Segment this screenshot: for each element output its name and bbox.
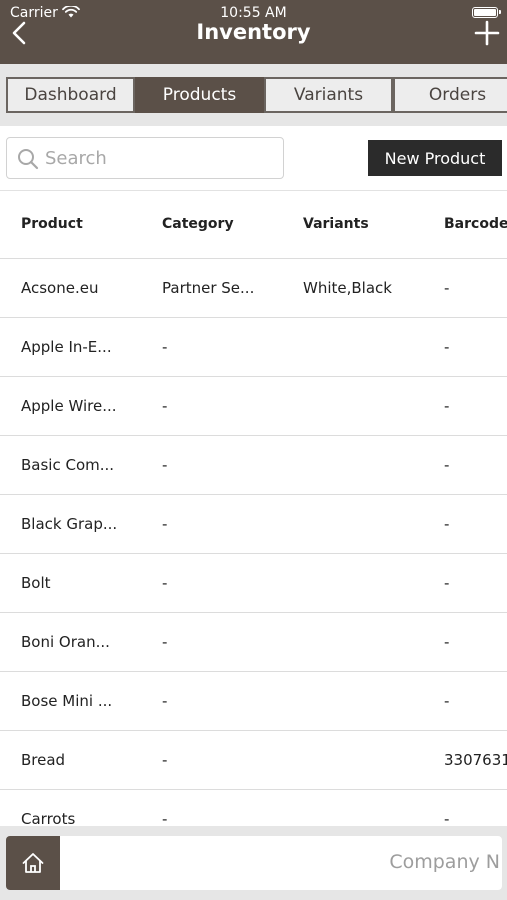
home-icon	[22, 853, 44, 873]
table-row[interactable]: Apple Wire... - -	[0, 377, 507, 436]
page-title: Inventory	[196, 20, 311, 44]
table-cell	[303, 377, 431, 435]
table-cell: Carrots	[21, 810, 76, 826]
table-header: Product Category Variants Barcode	[0, 191, 507, 259]
table-cell	[303, 731, 431, 789]
table-cell: Bolt	[21, 574, 51, 592]
tab-products[interactable]: Products	[135, 77, 264, 113]
table-cell: Bread	[21, 751, 66, 769]
tab-label: Orders	[428, 85, 487, 105]
column-header: Product	[21, 216, 83, 232]
table-cell	[303, 672, 431, 730]
table-cell: -	[162, 692, 168, 710]
search-box	[6, 137, 284, 179]
company-field[interactable]: Company N	[60, 836, 502, 890]
company-name: Company N	[389, 851, 500, 873]
tab-label: Products	[162, 85, 237, 105]
table-cell	[303, 318, 431, 376]
table-row[interactable]: Bose Mini ... - -	[0, 672, 507, 731]
table-cell: -	[444, 633, 450, 651]
tab-dashboard[interactable]: Dashboard	[6, 77, 135, 113]
table-cell: Basic Com...	[21, 456, 115, 474]
tab-variants[interactable]: Variants	[264, 77, 393, 113]
table-cell	[303, 495, 431, 553]
new-product-button[interactable]: New Product	[368, 140, 502, 176]
footer-bar: Company N	[0, 826, 507, 900]
table-cell: -	[162, 574, 168, 592]
table-cell: Boni Oran...	[21, 633, 110, 651]
table-cell: -	[162, 338, 168, 356]
product-table: Product Category Variants Barcode Acsone…	[0, 190, 507, 826]
column-header: Category	[162, 216, 234, 232]
table-row[interactable]: Basic Com... - -	[0, 436, 507, 495]
table-cell: Apple In-E...	[21, 338, 112, 356]
search-icon	[18, 149, 39, 170]
table-cell: Black Grap...	[21, 515, 118, 533]
table-cell	[303, 436, 431, 494]
tab-orders[interactable]: Orders	[393, 77, 507, 113]
status-time: 10:55 AM	[220, 5, 287, 21]
table-cell: -	[444, 574, 450, 592]
table-row[interactable]: Acsone.eu Partner Se... White,Black -	[0, 259, 507, 318]
tab-bar: Dashboard Products Variants Orders	[0, 64, 507, 126]
table-cell: -	[444, 456, 450, 474]
table-cell	[303, 790, 431, 826]
table-row[interactable]: Black Grap... - -	[0, 495, 507, 554]
column-header: Variants	[303, 216, 369, 232]
table-cell: -	[444, 338, 450, 356]
table-cell: Bose Mini ...	[21, 692, 113, 710]
table-cell: -	[444, 515, 450, 533]
table-cell: -	[162, 397, 168, 415]
tab-label: Variants	[293, 85, 364, 105]
add-icon[interactable]	[474, 20, 500, 46]
table-cell: -	[162, 456, 168, 474]
table-cell	[303, 554, 431, 612]
table-cell: -	[162, 633, 168, 651]
table-cell: -	[444, 810, 450, 826]
battery-icon	[472, 7, 501, 18]
nav-bar: Carrier 10:55 AM Inventory	[0, 0, 507, 64]
table-cell: Acsone.eu	[21, 279, 99, 297]
column-header: Barcode	[444, 216, 507, 232]
table-cell: Partner Se...	[162, 279, 255, 297]
table-row[interactable]: Bread - 33076317	[0, 731, 507, 790]
home-button[interactable]	[6, 836, 60, 890]
table-row[interactable]: Carrots - -	[0, 790, 507, 826]
table-row[interactable]: Bolt - -	[0, 554, 507, 613]
table-cell	[303, 613, 431, 671]
search-input[interactable]	[45, 144, 275, 172]
table-cell: 33076317	[444, 751, 507, 769]
tab-label: Dashboard	[24, 85, 117, 105]
table-cell: -	[444, 397, 450, 415]
table-cell: Apple Wire...	[21, 397, 117, 415]
table-cell: -	[444, 692, 450, 710]
table-cell: -	[444, 279, 450, 297]
table-cell: -	[162, 751, 168, 769]
table-cell: White,Black	[303, 279, 392, 297]
table-row[interactable]: Apple In-E... - -	[0, 318, 507, 377]
table-cell: -	[162, 810, 168, 826]
table-row[interactable]: Boni Oran... - -	[0, 613, 507, 672]
table-cell: -	[162, 515, 168, 533]
